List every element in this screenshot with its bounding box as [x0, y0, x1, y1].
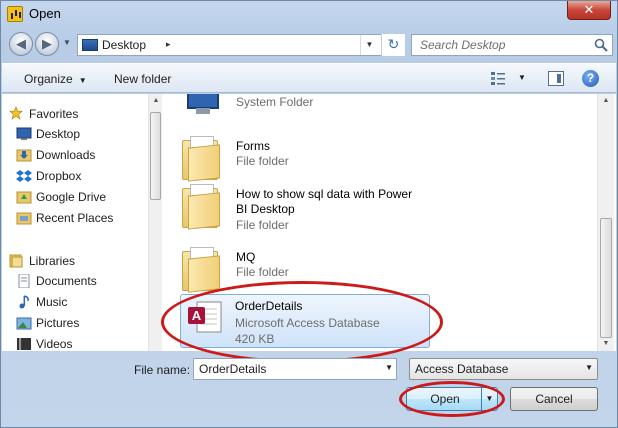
cancel-button[interactable]: Cancel [510, 387, 598, 411]
scroll-up-icon[interactable]: ▲ [599, 94, 613, 108]
close-button[interactable]: ✕ [567, 1, 611, 20]
power-bi-icon [7, 6, 23, 22]
file-name-value: OrderDetails [199, 362, 267, 376]
desktop-icon [82, 39, 98, 51]
change-view-icon[interactable] [490, 70, 506, 86]
nav-item-recent-places[interactable]: Recent Places [36, 209, 113, 227]
file-type: File folder [236, 154, 289, 168]
nav-item-desktop[interactable]: Desktop [36, 125, 80, 143]
nav-item-google-drive[interactable]: Google Drive [36, 188, 106, 206]
organize-button[interactable]: Organize ▼ [24, 72, 87, 86]
nav-favorites[interactable]: Favorites [29, 105, 78, 123]
list-item-system-folder[interactable]: System Folder [180, 94, 440, 136]
folder-icon [182, 184, 222, 230]
search-placeholder: Search Desktop [420, 38, 506, 52]
scrollbar-thumb[interactable] [600, 218, 612, 338]
computer-icon [187, 94, 219, 114]
file-name-chevron-down-icon[interactable]: ▼ [385, 363, 393, 372]
nav-item-documents[interactable]: Documents [36, 272, 97, 290]
pictures-icon [16, 317, 32, 330]
file-type: File folder [236, 265, 289, 279]
navigation-scrollbar[interactable]: ▲ [148, 94, 162, 351]
highlight-annotation [161, 281, 443, 363]
command-bar: Organize ▼ New folder ▼ ? [2, 63, 616, 93]
title-bar[interactable]: Open ✕ [1, 1, 617, 27]
preview-pane-icon[interactable] [548, 71, 564, 86]
nav-item-music[interactable]: Music [36, 293, 67, 311]
view-options-chevron-down-icon[interactable]: ▼ [518, 73, 526, 82]
breadcrumb-separator-icon[interactable]: ▸ [166, 39, 171, 50]
file-type: System Folder [236, 95, 314, 109]
breadcrumb-desktop[interactable]: Desktop [102, 38, 146, 52]
documents-icon [18, 274, 30, 288]
address-bar[interactable]: Desktop ▸ ▼ [77, 34, 405, 56]
back-button[interactable]: ◀ [9, 32, 33, 56]
libraries-icon [9, 254, 23, 268]
address-history-chevron-down-icon[interactable]: ▼ [360, 35, 378, 55]
recent-locations-chevron-down-icon[interactable]: ▼ [63, 38, 71, 47]
search-input[interactable]: Search Desktop [411, 34, 613, 56]
file-type-chevron-down-icon: ▼ [585, 363, 593, 372]
nav-item-downloads[interactable]: Downloads [36, 146, 95, 164]
file-type-select[interactable]: Access Database ▼ [409, 358, 598, 380]
videos-icon [17, 338, 31, 350]
highlight-annotation [399, 381, 505, 417]
music-icon [19, 295, 29, 309]
help-icon[interactable]: ? [582, 70, 599, 87]
list-item-folder[interactable]: Forms File folder [180, 132, 440, 184]
google-drive-icon [16, 191, 32, 204]
desktop-icon [16, 127, 32, 140]
nav-libraries[interactable]: Libraries [29, 252, 75, 270]
scroll-down-icon[interactable]: ▼ [599, 337, 613, 351]
refresh-button[interactable]: ↻ [381, 34, 405, 56]
dialog-title: Open [29, 6, 61, 21]
scroll-up-icon[interactable]: ▲ [149, 94, 162, 108]
dropbox-icon [16, 170, 32, 182]
file-name-label: File name: [134, 363, 191, 377]
recent-places-icon [16, 212, 32, 225]
file-name: How to show sql data with Power BI Deskt… [236, 187, 413, 216]
nav-item-pictures[interactable]: Pictures [36, 314, 79, 332]
scrollbar-thumb[interactable] [150, 112, 161, 200]
file-list-scrollbar[interactable]: ▲ ▼ [597, 94, 614, 351]
organize-label: Organize [24, 72, 73, 86]
nav-item-dropbox[interactable]: Dropbox [36, 167, 81, 185]
file-name-field[interactable]: OrderDetails ▼ [193, 358, 397, 380]
chevron-down-icon: ▼ [78, 76, 87, 85]
search-icon [594, 38, 608, 52]
forward-button[interactable]: ▶ [35, 32, 59, 56]
new-folder-button[interactable]: New folder [114, 72, 171, 86]
file-type: File folder [236, 218, 289, 232]
file-name: MQ [236, 250, 256, 264]
file-type-value: Access Database [415, 362, 509, 376]
file-name: Forms [236, 139, 270, 153]
navigation-pane: Favorites Desktop Downloads Dropbox Goog… [2, 94, 162, 351]
folder-icon [182, 136, 222, 182]
downloads-icon [16, 149, 32, 162]
open-dialog: Open ✕ ◀ ▶ ▼ Desktop ▸ ▼ ↻ Search Deskto… [0, 0, 618, 428]
list-item-folder[interactable]: How to show sql data with Power BI Deskt… [180, 180, 440, 240]
folder-icon [182, 247, 222, 293]
favorites-star-icon [8, 106, 24, 120]
nav-item-videos[interactable]: Videos [36, 335, 72, 351]
